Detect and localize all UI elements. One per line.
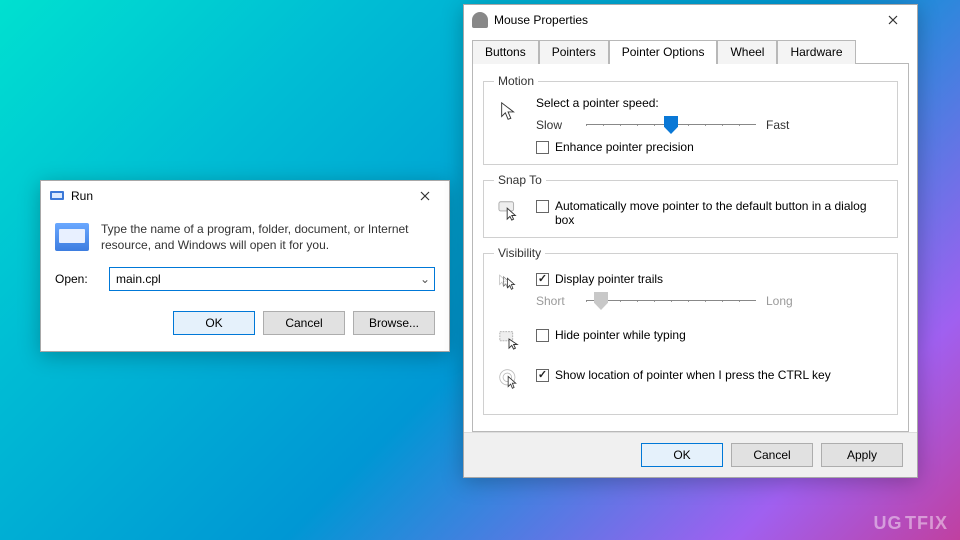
enhance-precision-checkbox[interactable]	[536, 141, 549, 154]
long-label: Long	[766, 294, 806, 308]
trails-length-slider[interactable]	[586, 290, 756, 312]
pointer-speed-slider[interactable]	[586, 114, 756, 136]
enhance-precision-label: Enhance pointer precision	[555, 140, 694, 154]
open-combobox[interactable]: ⌄	[109, 267, 435, 291]
visibility-legend: Visibility	[494, 246, 545, 260]
run-icon	[49, 188, 65, 204]
slow-label: Slow	[536, 118, 576, 132]
ctrl-locate-label: Show location of pointer when I press th…	[555, 368, 831, 382]
tab-strip: Buttons Pointers Pointer Options Wheel H…	[464, 35, 917, 63]
mouse-title: Mouse Properties	[494, 13, 873, 27]
hide-typing-label: Hide pointer while typing	[555, 328, 686, 342]
open-label: Open:	[55, 272, 99, 286]
mouse-ok-button[interactable]: OK	[641, 443, 723, 467]
run-description: Type the name of a program, folder, docu…	[101, 221, 435, 253]
pointer-options-panel: Motion Select a pointer speed: Slow Fast	[472, 63, 909, 432]
hide-typing-checkbox[interactable]	[536, 329, 549, 342]
tab-pointer-options[interactable]: Pointer Options	[609, 40, 718, 64]
snapto-checkbox[interactable]	[536, 200, 549, 213]
tab-buttons[interactable]: Buttons	[472, 40, 539, 64]
run-title: Run	[71, 189, 405, 203]
ctrl-locate-icon	[494, 364, 524, 394]
run-ok-button[interactable]: OK	[173, 311, 255, 335]
motion-legend: Motion	[494, 74, 538, 88]
mouse-cancel-button[interactable]: Cancel	[731, 443, 813, 467]
open-input[interactable]	[110, 272, 416, 286]
visibility-group: Visibility Display pointer trails Short	[483, 246, 898, 415]
trails-checkbox[interactable]	[536, 273, 549, 286]
mouse-icon	[472, 12, 488, 28]
snapto-label: Automatically move pointer to the defaul…	[555, 199, 887, 227]
run-titlebar[interactable]: Run	[41, 181, 449, 211]
motion-group: Motion Select a pointer speed: Slow Fast	[483, 74, 898, 165]
run-browse-button[interactable]: Browse...	[353, 311, 435, 335]
snapto-legend: Snap To	[494, 173, 546, 187]
mouse-apply-button[interactable]: Apply	[821, 443, 903, 467]
tab-pointers[interactable]: Pointers	[539, 40, 609, 64]
ctrl-locate-checkbox[interactable]	[536, 369, 549, 382]
run-dialog: Run Type the name of a program, folder, …	[40, 180, 450, 352]
snapto-icon	[494, 195, 524, 225]
run-cancel-button[interactable]: Cancel	[263, 311, 345, 335]
cursor-speed-icon	[494, 96, 524, 126]
tab-wheel[interactable]: Wheel	[717, 40, 777, 64]
chevron-down-icon[interactable]: ⌄	[416, 272, 434, 286]
run-close-button[interactable]	[405, 182, 445, 210]
mouse-properties-dialog: Mouse Properties Buttons Pointers Pointe…	[463, 4, 918, 478]
short-label: Short	[536, 294, 576, 308]
hide-typing-icon	[494, 324, 524, 354]
snapto-group: Snap To Automatically move pointer to th…	[483, 173, 898, 238]
fast-label: Fast	[766, 118, 806, 132]
tab-hardware[interactable]: Hardware	[777, 40, 855, 64]
run-large-icon	[55, 223, 89, 251]
mouse-titlebar[interactable]: Mouse Properties	[464, 5, 917, 35]
watermark: UG TFIX	[874, 513, 949, 534]
mouse-close-button[interactable]	[873, 6, 913, 34]
trails-icon	[494, 268, 524, 298]
trails-label: Display pointer trails	[555, 272, 663, 286]
select-speed-label: Select a pointer speed:	[536, 96, 887, 110]
